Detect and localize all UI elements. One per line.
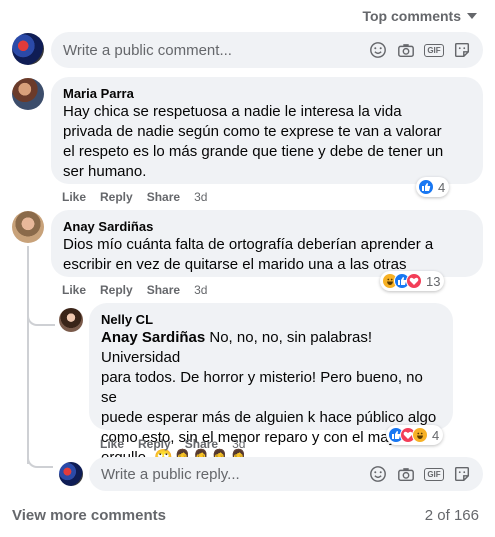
gif-icon[interactable]: GIF xyxy=(424,41,444,59)
love-icon xyxy=(406,273,422,289)
comment-line: el respeto es lo más grande que tiene y … xyxy=(63,143,444,160)
comment-actions: Like Reply Share 3d xyxy=(62,190,207,204)
reply-line: Anay Sardiñas No, no, no, sin palabras! … xyxy=(101,328,441,368)
emoji-icon[interactable] xyxy=(369,41,387,59)
comment-line: privada de nadie según como te exprese t… xyxy=(63,123,442,140)
like-icon xyxy=(418,179,434,195)
composer-tools: GIF xyxy=(369,465,483,483)
share-button[interactable]: Share xyxy=(185,437,218,451)
comment-author[interactable]: Anay Sardiñas xyxy=(63,218,471,235)
comment-line: Dios mío cuánta falta de ortografía debe… xyxy=(63,236,434,253)
reply-composer[interactable]: Write a public reply... GIF xyxy=(89,457,483,491)
gif-label: GIF xyxy=(424,467,444,481)
reaction-summary[interactable]: 13 xyxy=(380,271,445,291)
reply-input[interactable]: Write a public reply... xyxy=(101,466,369,483)
gif-label: GIF xyxy=(424,43,444,57)
avatar-current-user[interactable] xyxy=(59,462,83,486)
reply-button[interactable]: Reply xyxy=(138,437,171,451)
sticker-icon[interactable] xyxy=(453,465,471,483)
emoji-icon[interactable] xyxy=(369,465,387,483)
gif-icon[interactable]: GIF xyxy=(424,465,444,483)
comment-actions: Like Reply Share 3d xyxy=(62,283,207,297)
reaction-count: 4 xyxy=(432,427,440,443)
comment-timestamp[interactable]: 3d xyxy=(232,437,245,451)
reply-button[interactable]: Reply xyxy=(100,190,133,204)
mention-link[interactable]: Anay Sardiñas xyxy=(101,329,205,346)
comment-line: Hay chica se respetuosa a nadie le inter… xyxy=(63,103,402,120)
sort-comments-dropdown[interactable]: Top comments xyxy=(362,8,477,24)
comment-bubble: Anay Sardiñas Dios mío cuánta falta de o… xyxy=(51,210,483,277)
reply-line: para todos. De horror y misterio! Pero b… xyxy=(101,369,423,406)
reaction-count: 4 xyxy=(438,179,446,195)
reaction-summary[interactable]: 4 xyxy=(416,177,450,197)
sort-label: Top comments xyxy=(362,8,461,24)
reaction-count: 13 xyxy=(426,273,441,289)
reply-author[interactable]: Nelly CL xyxy=(101,311,441,328)
like-button[interactable]: Like xyxy=(62,283,86,297)
reply-bubble: Nelly CL Anay Sardiñas No, no, no, sin p… xyxy=(89,303,453,466)
sticker-icon[interactable] xyxy=(453,41,471,59)
reply-actions: Like Reply Share 3d xyxy=(100,437,245,451)
comment-composer[interactable]: Write a public comment... GIF xyxy=(51,32,483,68)
comment-line: ser humano. xyxy=(63,163,147,180)
camera-icon[interactable] xyxy=(397,41,415,59)
reaction-summary[interactable]: 4 xyxy=(386,425,444,445)
share-button[interactable]: Share xyxy=(147,190,180,204)
like-button[interactable]: Like xyxy=(62,190,86,204)
comment-pagination: 2 of 166 xyxy=(424,507,479,524)
comment-bubble: Maria Parra Hay chica se respetuosa a na… xyxy=(51,77,483,184)
view-more-comments-link[interactable]: View more comments xyxy=(12,507,166,524)
haha-icon xyxy=(412,427,428,443)
avatar-current-user[interactable] xyxy=(12,33,44,65)
comment-author[interactable]: Maria Parra xyxy=(63,85,471,102)
caret-down-icon xyxy=(467,13,477,19)
like-button[interactable]: Like xyxy=(100,437,124,451)
avatar-maria-parra[interactable] xyxy=(12,78,44,110)
avatar-nelly-cl[interactable] xyxy=(59,308,83,332)
share-button[interactable]: Share xyxy=(147,283,180,297)
camera-icon[interactable] xyxy=(397,465,415,483)
composer-tools: GIF xyxy=(369,41,483,59)
comment-input[interactable]: Write a public comment... xyxy=(63,42,369,59)
reply-button[interactable]: Reply xyxy=(100,283,133,297)
reply-line: puede esperar más de alguien k hace públ… xyxy=(101,409,437,426)
comment-timestamp[interactable]: 3d xyxy=(194,190,207,204)
thread-connector xyxy=(27,440,53,468)
avatar-anay-sardinas[interactable] xyxy=(12,211,44,243)
comment-timestamp[interactable]: 3d xyxy=(194,283,207,297)
